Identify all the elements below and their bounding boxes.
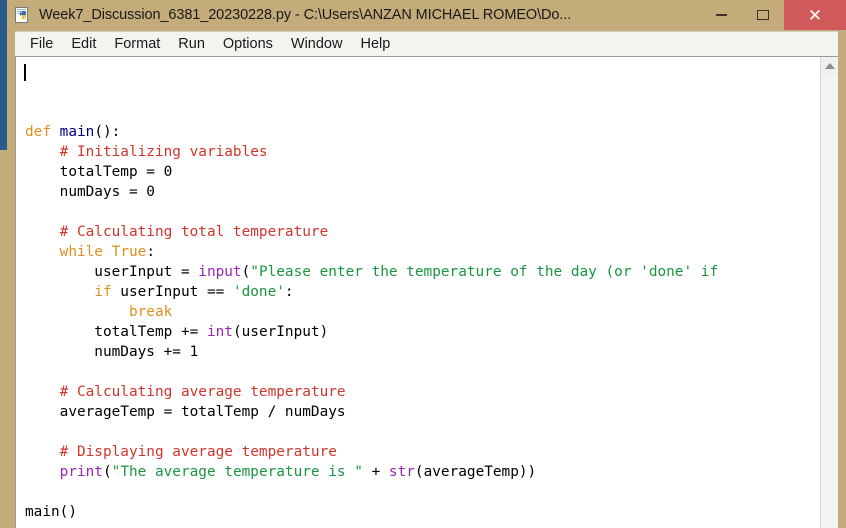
desktop-background: Week7_Discussion_6381_20230228.py - C:\U… (0, 0, 846, 528)
code-token: main() (25, 504, 77, 520)
code-line: while True: (25, 242, 820, 262)
code-token: + (362, 464, 389, 480)
text-caret (24, 64, 26, 81)
code-token: print (59, 464, 103, 480)
minimize-icon (715, 14, 727, 16)
code-text-area[interactable]: def main(): # Initializing variables tot… (16, 57, 820, 528)
code-token: while (59, 244, 103, 260)
code-token: totalTemp = 0 (25, 164, 173, 180)
code-token: (userInput) (232, 324, 329, 340)
idle-editor-window: Week7_Discussion_6381_20230228.py - C:\U… (7, 0, 846, 528)
menu-item-format[interactable]: Format (105, 34, 169, 55)
maximize-icon (757, 10, 769, 20)
menu-item-options[interactable]: Options (214, 34, 282, 55)
code-token: def (25, 124, 51, 140)
code-token: # Calculating average temperature (25, 384, 346, 400)
code-token: averageTemp = totalTemp / numDays (25, 404, 346, 420)
code-line: # Calculating average temperature (25, 382, 820, 402)
code-token: # Calculating total temperature (25, 224, 329, 240)
code-token: "The average temperature is " (111, 464, 363, 480)
scroll-up-button[interactable] (821, 57, 838, 75)
code-token: if (94, 284, 112, 300)
menu-item-help[interactable]: Help (351, 34, 399, 55)
python-file-icon (15, 6, 32, 24)
window-controls: ✕ (700, 0, 846, 30)
code-token: numDays += 1 (25, 344, 199, 360)
code-line: numDays = 0 (25, 182, 820, 202)
code-token: : (146, 244, 155, 260)
code-token: (): (94, 124, 121, 140)
chevron-up-icon (824, 63, 835, 69)
code-token: 'done' (232, 284, 285, 300)
code-token: userInput == (111, 284, 233, 300)
scrollbar-track[interactable] (821, 75, 838, 528)
minimize-button[interactable] (700, 0, 742, 30)
window-left-frame (0, 150, 7, 528)
code-line: userInput = input("Please enter the temp… (25, 262, 820, 282)
title-bar[interactable]: Week7_Discussion_6381_20230228.py - C:\U… (7, 0, 846, 30)
code-token: str (388, 464, 415, 480)
menu-bar: File Edit Format Run Options Window Help (15, 31, 838, 56)
editor-pane: def main(): # Initializing variables tot… (15, 56, 838, 528)
maximize-button[interactable] (742, 0, 784, 30)
code-line: break (25, 302, 820, 322)
code-line: # Calculating total temperature (25, 222, 820, 242)
code-token: totalTemp += (25, 324, 207, 340)
code-token: (averageTemp)) (414, 464, 537, 480)
code-line: averageTemp = totalTemp / numDays (25, 402, 820, 422)
code-token: break (128, 304, 173, 320)
window-right-frame (838, 30, 846, 528)
code-token: "Please enter the temperature of the day… (250, 264, 719, 280)
code-line: main() (25, 502, 820, 522)
code-line: totalTemp += int(userInput) (25, 322, 820, 342)
close-icon: ✕ (807, 5, 823, 25)
code-token: userInput = (25, 264, 199, 280)
source-code[interactable]: def main(): # Initializing variables tot… (16, 62, 820, 522)
code-line: if userInput == 'done': (25, 282, 820, 302)
code-token: # Initializing variables (25, 144, 268, 160)
code-line: def main(): (25, 122, 820, 142)
menu-item-edit[interactable]: Edit (62, 34, 105, 55)
code-line: numDays += 1 (25, 342, 820, 362)
code-token: numDays = 0 (25, 184, 155, 200)
code-token: ( (241, 264, 251, 280)
code-token: : (284, 284, 294, 300)
code-line: # Displaying average temperature (25, 442, 820, 462)
close-button[interactable]: ✕ (784, 0, 846, 30)
code-token: main (59, 124, 95, 140)
window-title: Week7_Discussion_6381_20230228.py - C:\U… (39, 7, 572, 23)
code-token: # Displaying average temperature (25, 444, 337, 460)
code-token: input (198, 264, 242, 280)
code-token: int (206, 324, 233, 340)
menu-item-file[interactable]: File (21, 34, 62, 55)
code-line: # Initializing variables (25, 142, 820, 162)
menu-item-run[interactable]: Run (169, 34, 214, 55)
code-token: ( (102, 464, 112, 480)
code-token: True (111, 244, 147, 260)
code-line: totalTemp = 0 (25, 162, 820, 182)
background-window-edge (0, 0, 7, 150)
vertical-scrollbar[interactable] (820, 57, 838, 528)
code-line: print("The average temperature is " + st… (25, 462, 820, 482)
menu-item-window[interactable]: Window (282, 34, 352, 55)
